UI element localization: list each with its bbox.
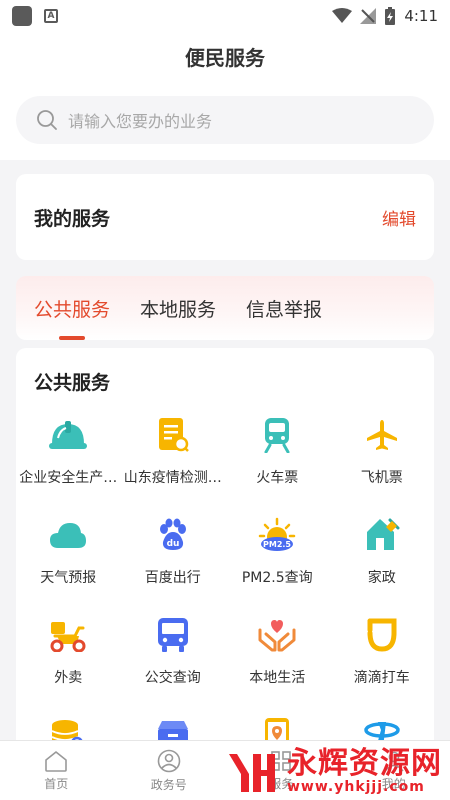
my-service-title: 我的服务 xyxy=(34,207,111,230)
nav-label: 政务号 xyxy=(150,777,187,792)
service-label: 天气预报 xyxy=(40,570,97,586)
grid-icon xyxy=(271,750,292,771)
nav-gov-accounts[interactable]: 政务号 xyxy=(113,741,226,800)
hard-hat-icon xyxy=(48,415,88,455)
service-flight-ticket[interactable]: 飞机票 xyxy=(330,409,435,509)
service-weather[interactable]: 天气预报 xyxy=(16,509,121,609)
tab-label: 本地服务 xyxy=(140,298,217,321)
tab-public-service[interactable]: 公共服务 xyxy=(34,276,110,340)
user-icon xyxy=(384,751,404,772)
train-icon xyxy=(257,415,297,455)
service-pm25[interactable]: PM2.5 PM2.5查询 xyxy=(225,509,330,609)
didi-icon xyxy=(362,615,402,655)
service-label: 百度出行 xyxy=(144,570,201,586)
nav-label: 首页 xyxy=(44,776,69,791)
tab-info-report[interactable]: 信息举报 xyxy=(246,276,322,340)
clock: 4:11 xyxy=(404,7,438,25)
heart-hands-icon xyxy=(257,615,297,655)
service-baidu-travel[interactable]: du 百度出行 xyxy=(121,509,226,609)
public-services-card: 公共服务 企业安全生产… 山东疫情检测… 火车票 飞机票 天气预报 du 百度出… xyxy=(16,348,434,768)
house-broom-icon xyxy=(362,515,402,555)
status-bar: A 4:11 xyxy=(0,0,450,32)
wifi-icon xyxy=(332,8,353,23)
service-label: 飞机票 xyxy=(360,470,403,486)
tab-label: 信息举报 xyxy=(246,298,323,321)
tab-label: 公共服务 xyxy=(34,298,111,321)
service-label: 火车票 xyxy=(256,470,299,486)
pm25-sun-icon: PM2.5 xyxy=(257,515,297,555)
notification-a-icon: A xyxy=(44,9,58,23)
service-label: 公交查询 xyxy=(144,670,201,686)
search-section: 请输入您要办的业务 xyxy=(0,80,450,160)
service-train-ticket[interactable]: 火车票 xyxy=(225,409,330,509)
service-housekeeping[interactable]: 家政 xyxy=(330,509,435,609)
active-tab-indicator xyxy=(59,336,85,340)
service-label: 家政 xyxy=(367,570,396,586)
nav-label: 我的 xyxy=(381,776,406,791)
service-label: 滴滴打车 xyxy=(353,670,410,686)
home-icon xyxy=(45,750,68,772)
nav-home[interactable]: 首页 xyxy=(0,741,113,800)
tab-local-service[interactable]: 本地服务 xyxy=(140,276,216,340)
edit-button[interactable]: 编辑 xyxy=(382,205,416,230)
airplane-icon xyxy=(362,415,402,455)
my-service-card: 我的服务 编辑 xyxy=(16,174,434,260)
svg-text:PM2.5: PM2.5 xyxy=(263,540,291,549)
bottom-nav: 首页 政务号 服务 我的 xyxy=(0,740,450,800)
nav-mine[interactable]: 我的 xyxy=(338,741,450,800)
nav-label: 服务 xyxy=(269,776,294,791)
signal-off-icon xyxy=(360,8,377,24)
search-icon xyxy=(37,110,57,130)
search-input[interactable]: 请输入您要办的业务 xyxy=(16,96,434,144)
notification-app-icon xyxy=(12,6,32,26)
service-bus-query[interactable]: 公交查询 xyxy=(121,609,226,709)
search-placeholder: 请输入您要办的业务 xyxy=(68,112,213,131)
service-label: 本地生活 xyxy=(249,670,306,686)
document-search-icon xyxy=(153,415,193,455)
person-circle-icon xyxy=(157,749,181,772)
nav-services[interactable]: 服务 xyxy=(225,741,338,800)
service-grid: 企业安全生产… 山东疫情检测… 火车票 飞机票 天气预报 du 百度出行 PM2… xyxy=(16,409,434,768)
service-didi-taxi[interactable]: 滴滴打车 xyxy=(330,609,435,709)
service-label: PM2.5查询 xyxy=(241,570,313,586)
service-covid-test[interactable]: 山东疫情检测… xyxy=(121,409,226,509)
service-takeout[interactable]: 外卖 xyxy=(16,609,121,709)
cloud-icon xyxy=(48,515,88,555)
svg-text:du: du xyxy=(166,539,179,549)
battery-charging-icon xyxy=(385,7,396,25)
baidu-paw-icon: du xyxy=(153,515,193,555)
service-safety-production[interactable]: 企业安全生产… xyxy=(16,409,121,509)
service-label: 外卖 xyxy=(54,670,83,686)
service-tabs: 公共服务 本地服务 信息举报 xyxy=(16,276,434,340)
service-label: 山东疫情检测… xyxy=(123,470,222,486)
scooter-icon xyxy=(48,615,88,655)
page-title: 便民服务 xyxy=(185,45,265,70)
service-label: 企业安全生产… xyxy=(19,470,118,486)
section-title: 公共服务 xyxy=(34,372,111,394)
app-header: 便民服务 xyxy=(0,32,450,80)
bus-icon xyxy=(153,615,193,655)
service-local-life[interactable]: 本地生活 xyxy=(225,609,330,709)
